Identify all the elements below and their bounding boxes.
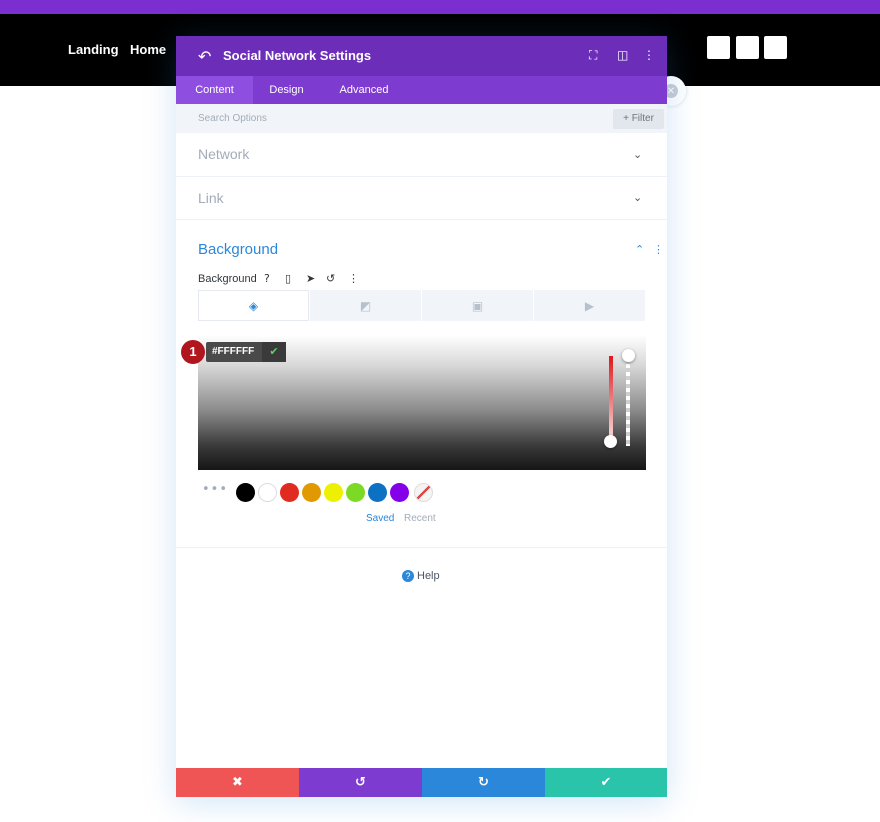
background-type-tabs: ◈ ◩ ▣ ▶: [198, 290, 646, 321]
nav-link-landing[interactable]: Landing: [68, 42, 119, 57]
more-colors-icon[interactable]: •••: [202, 482, 228, 497]
fullscreen-icon[interactable]: ⛶: [589, 48, 597, 63]
swatch-black[interactable]: [236, 483, 255, 502]
social-icon-1[interactable]: [707, 36, 730, 59]
confirm-check-icon[interactable]: ✔: [262, 342, 286, 362]
filter-label: Filter: [631, 113, 654, 124]
section-title-network: Network: [198, 146, 250, 162]
pointer-icon[interactable]: ➤: [306, 272, 315, 285]
split-view-icon[interactable]: ◫: [617, 48, 628, 62]
help-icon[interactable]: ?: [264, 272, 270, 285]
background-control-label: Background: [198, 273, 257, 285]
chevron-down-icon: ⌄: [633, 148, 643, 161]
filter-button[interactable]: + Filter: [613, 109, 664, 129]
save-button[interactable]: ✔: [545, 768, 667, 797]
modal-title: Social Network Settings: [223, 48, 372, 63]
nav-link-home[interactable]: Home: [130, 42, 166, 57]
hex-input[interactable]: #FFFFFF ✔: [206, 342, 286, 362]
chevron-down-icon: ⌄: [633, 191, 643, 204]
settings-modal: ↶ Social Network Settings ⛶ ◫ ⋮ Content …: [176, 36, 667, 797]
chevron-up-icon[interactable]: ⌃: [635, 243, 644, 256]
swatch-white[interactable]: [258, 483, 277, 502]
divider: [176, 547, 667, 548]
back-arrow-icon[interactable]: ↶: [198, 47, 211, 66]
tab-design[interactable]: Design: [253, 76, 320, 104]
section-title-background[interactable]: Background: [198, 241, 278, 258]
undo-icon: ↺: [355, 775, 366, 790]
swatch-green[interactable]: [346, 483, 365, 502]
section-more-icon[interactable]: ⋮: [653, 243, 664, 256]
swatch-purple[interactable]: [390, 483, 409, 502]
help-label: Help: [417, 570, 440, 582]
modal-footer: ✖ ↺ ↻ ✔: [176, 768, 667, 797]
social-icon-3[interactable]: [764, 36, 787, 59]
cancel-button[interactable]: ✖: [176, 768, 299, 797]
swatch-yellow[interactable]: [324, 483, 343, 502]
swatch-orange[interactable]: [302, 483, 321, 502]
swatch-tab-saved[interactable]: Saved: [366, 513, 394, 524]
tab-content[interactable]: Content: [176, 76, 253, 104]
help-icon: ?: [402, 570, 414, 582]
more-options-icon[interactable]: ⋮: [643, 48, 655, 62]
close-x-icon: ✖: [232, 775, 243, 790]
reset-icon[interactable]: ↺: [326, 272, 335, 285]
image-icon[interactable]: ▣: [422, 290, 533, 321]
section-title-link: Link: [198, 190, 224, 206]
section-link[interactable]: Link ⌄: [176, 177, 667, 220]
site-top-stripe: [0, 0, 880, 14]
check-icon: ✔: [600, 775, 612, 790]
redo-icon: ↻: [478, 775, 489, 790]
step-badge: 1: [181, 340, 205, 364]
hue-slider-handle[interactable]: [604, 435, 617, 448]
color-fill-icon[interactable]: ◈: [198, 290, 309, 321]
hue-slider[interactable]: [609, 356, 613, 441]
search-input[interactable]: Search Options: [198, 113, 267, 124]
modal-header: ↶ Social Network Settings ⛶ ◫ ⋮: [176, 36, 667, 76]
swatch-tab-recent[interactable]: Recent: [404, 513, 436, 524]
mobile-icon[interactable]: ▯: [285, 272, 291, 285]
undo-button[interactable]: ↺: [299, 768, 422, 797]
gradient-icon[interactable]: ◩: [310, 290, 421, 321]
more-icon[interactable]: ⋮: [348, 272, 359, 285]
opacity-slider[interactable]: [626, 356, 630, 446]
hex-value: #FFFFFF: [212, 346, 255, 357]
color-swatches: •••: [198, 482, 646, 504]
search-row: Search Options + Filter: [176, 104, 667, 133]
social-icon-2[interactable]: [736, 36, 759, 59]
redo-button[interactable]: ↻: [422, 768, 545, 797]
swatch-red[interactable]: [280, 483, 299, 502]
swatch-blue[interactable]: [368, 483, 387, 502]
tab-advanced[interactable]: Advanced: [320, 76, 408, 104]
modal-tabs: Content Design Advanced: [176, 76, 667, 104]
plus-icon: +: [623, 113, 632, 124]
opacity-slider-handle[interactable]: [622, 349, 635, 362]
no-color-icon[interactable]: [414, 483, 433, 502]
video-icon[interactable]: ▶: [534, 290, 645, 321]
section-network[interactable]: Network ⌄: [176, 133, 667, 177]
help-link[interactable]: ? Help: [402, 570, 440, 582]
